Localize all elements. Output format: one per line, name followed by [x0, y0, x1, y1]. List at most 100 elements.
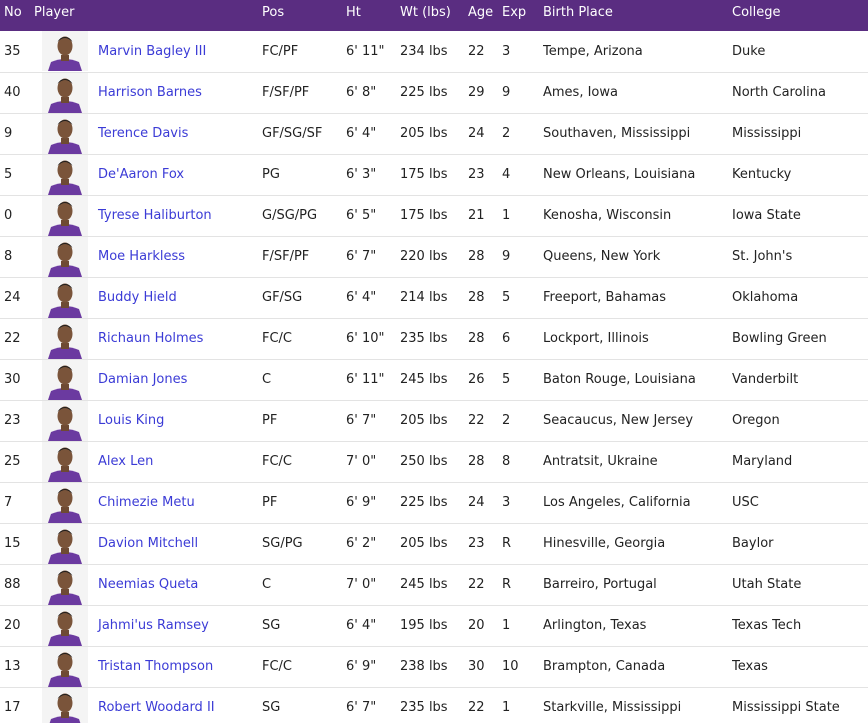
- player-headshot-icon[interactable]: [42, 605, 88, 645]
- player-birth-place: Kenosha, Wisconsin: [543, 195, 732, 237]
- player-age: 26: [468, 359, 502, 401]
- player-number: 22: [0, 318, 34, 360]
- table-row: 7 Chimezie Metu PF 6' 9" 225 lbs 24 3 Los Angel…: [0, 482, 868, 524]
- player-headshot-icon[interactable]: [42, 482, 88, 522]
- player-name-link[interactable]: Richaun Holmes: [98, 331, 203, 346]
- player-age: 28: [468, 236, 502, 278]
- player-name-link[interactable]: Harrison Barnes: [98, 85, 202, 100]
- table-row: 25 Alex Len FC/C 7' 0" 250 lbs 28 8 Antratsit, …: [0, 441, 868, 483]
- player-cell: Tyrese Haliburton: [34, 195, 262, 237]
- player-position: GF/SG/SF: [262, 113, 346, 155]
- player-number: 88: [0, 564, 34, 606]
- column-header-college[interactable]: College: [732, 0, 868, 31]
- player-headshot-icon[interactable]: [42, 441, 88, 481]
- player-experience: 6: [502, 318, 543, 360]
- player-height: 6' 11": [346, 359, 400, 401]
- player-name-link[interactable]: Tristan Thompson: [98, 659, 213, 674]
- player-name-link[interactable]: Louis King: [98, 413, 164, 428]
- player-cell: Terence Davis: [34, 113, 262, 155]
- player-college: Iowa State: [732, 195, 868, 237]
- player-name-link[interactable]: Neemias Queta: [98, 577, 198, 592]
- table-row: 17 Robert Woodard II SG 6' 7" 235 lbs 22 1 Star…: [0, 687, 868, 723]
- player-name-link[interactable]: Chimezie Metu: [98, 495, 195, 510]
- player-headshot-icon[interactable]: [42, 400, 88, 440]
- player-height: 6' 7": [346, 236, 400, 278]
- player-height: 6' 5": [346, 195, 400, 237]
- player-age: 20: [468, 605, 502, 647]
- player-position: PF: [262, 482, 346, 524]
- player-name-link[interactable]: Moe Harkless: [98, 249, 185, 264]
- table-row: 22 Richaun Holmes FC/C 6' 10" 235 lbs 28 6 Lock…: [0, 318, 868, 360]
- player-position: FC/C: [262, 646, 346, 688]
- player-weight: 250 lbs: [400, 441, 468, 483]
- player-cell: Marvin Bagley III: [34, 31, 262, 73]
- player-college: Baylor: [732, 523, 868, 565]
- column-header-exp[interactable]: Exp: [502, 0, 543, 31]
- player-college: Duke: [732, 31, 868, 73]
- player-headshot-icon[interactable]: [42, 113, 88, 153]
- player-height: 6' 2": [346, 523, 400, 565]
- player-age: 28: [468, 318, 502, 360]
- player-experience: 4: [502, 154, 543, 196]
- player-birth-place: New Orleans, Louisiana: [543, 154, 732, 196]
- player-age: 22: [468, 31, 502, 73]
- player-weight: 235 lbs: [400, 687, 468, 723]
- player-headshot-icon[interactable]: [42, 564, 88, 604]
- player-name-link[interactable]: Buddy Hield: [98, 290, 177, 305]
- player-experience: 1: [502, 195, 543, 237]
- player-birth-place: Southaven, Mississippi: [543, 113, 732, 155]
- player-name-link[interactable]: Jahmi'us Ramsey: [98, 618, 209, 633]
- player-cell: Richaun Holmes: [34, 318, 262, 360]
- column-header-no[interactable]: No: [0, 0, 34, 31]
- player-age: 30: [468, 646, 502, 688]
- player-position: C: [262, 564, 346, 606]
- player-headshot-icon[interactable]: [42, 523, 88, 563]
- table-row: 15 Davion Mitchell SG/PG 6' 2" 205 lbs 23 R Hin…: [0, 523, 868, 565]
- player-position: F/SF/PF: [262, 236, 346, 278]
- player-headshot-icon[interactable]: [42, 72, 88, 112]
- column-header-wt[interactable]: Wt (lbs): [400, 0, 468, 31]
- column-header-age[interactable]: Age: [468, 0, 502, 31]
- player-experience: 8: [502, 441, 543, 483]
- column-header-player[interactable]: Player: [34, 0, 262, 31]
- player-headshot-icon[interactable]: [42, 277, 88, 317]
- table-row: 20 Jahmi'us Ramsey SG 6' 4" 195 lbs 20 1 Arling…: [0, 605, 868, 647]
- player-headshot-icon[interactable]: [42, 687, 88, 723]
- player-name-link[interactable]: Marvin Bagley III: [98, 44, 206, 59]
- column-header-ht[interactable]: Ht: [346, 0, 400, 31]
- player-headshot-icon[interactable]: [42, 154, 88, 194]
- player-headshot-icon[interactable]: [42, 195, 88, 235]
- player-headshot-icon[interactable]: [42, 236, 88, 276]
- player-number: 9: [0, 113, 34, 155]
- player-weight: 234 lbs: [400, 31, 468, 73]
- player-position: SG: [262, 605, 346, 647]
- player-name-link[interactable]: Davion Mitchell: [98, 536, 198, 551]
- player-number: 5: [0, 154, 34, 196]
- player-position: G/SG/PG: [262, 195, 346, 237]
- player-headshot-icon[interactable]: [42, 359, 88, 399]
- column-header-pos[interactable]: Pos: [262, 0, 346, 31]
- player-headshot-icon[interactable]: [42, 646, 88, 686]
- player-headshot-icon[interactable]: [42, 31, 88, 71]
- player-age: 22: [468, 400, 502, 442]
- player-height: 6' 7": [346, 400, 400, 442]
- table-row: 13 Tristan Thompson FC/C 6' 9" 238 lbs 30 10 Br…: [0, 646, 868, 688]
- table-row: 0 Tyrese Haliburton G/SG/PG 6' 5" 175 lbs 21 1…: [0, 195, 868, 237]
- player-name-link[interactable]: Damian Jones: [98, 372, 187, 387]
- player-height: 7' 0": [346, 564, 400, 606]
- player-name-link[interactable]: Terence Davis: [98, 126, 188, 141]
- player-name-link[interactable]: Tyrese Haliburton: [98, 208, 212, 223]
- column-header-birth-place[interactable]: Birth Place: [543, 0, 732, 31]
- player-experience: R: [502, 564, 543, 606]
- player-age: 22: [468, 564, 502, 606]
- player-position: SG: [262, 687, 346, 723]
- player-name-link[interactable]: De'Aaron Fox: [98, 167, 184, 182]
- player-weight: 205 lbs: [400, 400, 468, 442]
- player-experience: 9: [502, 236, 543, 278]
- player-name-link[interactable]: Alex Len: [98, 454, 153, 469]
- player-experience: 2: [502, 113, 543, 155]
- player-headshot-icon[interactable]: [42, 318, 88, 358]
- player-cell: Alex Len: [34, 441, 262, 483]
- player-name-link[interactable]: Robert Woodard II: [98, 700, 215, 715]
- player-cell: Robert Woodard II: [34, 687, 262, 723]
